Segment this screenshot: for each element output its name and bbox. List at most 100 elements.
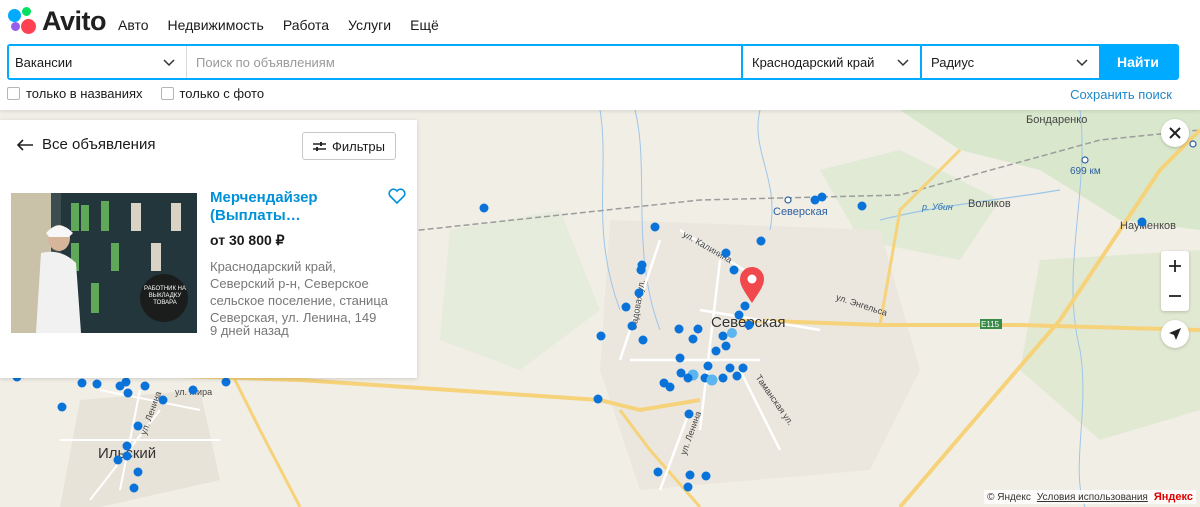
listing-marker[interactable] <box>221 377 231 387</box>
listing-marker[interactable] <box>122 451 132 461</box>
nav-item-realty[interactable]: Недвижимость <box>168 17 264 33</box>
save-search-link[interactable]: Сохранить поиск <box>1070 87 1172 102</box>
listing-marker[interactable] <box>706 374 718 386</box>
logo-text: Avito <box>42 6 107 36</box>
listing-marker[interactable] <box>634 288 644 298</box>
village-marker-icon <box>1189 140 1197 148</box>
listing-marker[interactable] <box>596 331 606 341</box>
category-select[interactable]: Вакансии <box>9 46 187 78</box>
radius-value: Радиус <box>931 54 975 70</box>
listing-marker[interactable] <box>703 361 713 371</box>
listing-marker[interactable] <box>122 441 132 451</box>
zoom-in-button[interactable] <box>1168 251 1182 281</box>
listing-marker[interactable] <box>683 373 693 383</box>
listing-marker[interactable] <box>740 301 750 311</box>
listing-marker[interactable] <box>729 265 739 275</box>
listing-marker[interactable] <box>711 346 721 356</box>
listing-marker[interactable] <box>1137 217 1147 227</box>
nav-item-services[interactable]: Услуги <box>348 17 391 33</box>
favorite-button[interactable] <box>388 188 406 209</box>
listing-marker[interactable] <box>650 222 660 232</box>
search-input[interactable]: Поиск по объявлениям <box>187 46 741 78</box>
close-map-button[interactable] <box>1161 119 1189 147</box>
km-marker-icon <box>1081 156 1089 164</box>
nav-item-jobs[interactable]: Работа <box>283 17 329 33</box>
listing-marker[interactable] <box>674 324 684 334</box>
listing-marker[interactable] <box>92 379 102 389</box>
back-label: Все объявления <box>42 136 156 153</box>
listing-marker[interactable] <box>721 341 731 351</box>
terms-link[interactable]: Условия использования <box>1037 492 1148 503</box>
listing-marker[interactable] <box>129 483 139 493</box>
listing-marker[interactable] <box>857 201 867 211</box>
station-icon <box>784 196 792 204</box>
listing-marker[interactable] <box>77 378 87 388</box>
geolocation-button[interactable] <box>1161 320 1189 348</box>
chevron-down-icon <box>1076 59 1088 67</box>
selected-location-pin-icon[interactable] <box>740 267 764 303</box>
listing-marker[interactable] <box>756 236 766 246</box>
listing-title-link[interactable]: Мерчендайзер (Выплаты… <box>210 189 360 225</box>
listing-marker[interactable] <box>140 381 150 391</box>
listing-marker[interactable] <box>738 363 748 373</box>
navigation-arrow-icon <box>1169 328 1181 340</box>
listing-marker[interactable] <box>133 467 143 477</box>
back-to-all-button[interactable]: Все объявления <box>16 136 155 153</box>
logo-icon <box>8 6 38 37</box>
listing-marker[interactable] <box>621 302 631 312</box>
listing-marker[interactable] <box>721 248 731 258</box>
listing-marker[interactable] <box>725 363 735 373</box>
listing-marker[interactable] <box>593 394 603 404</box>
listing-marker[interactable] <box>684 409 694 419</box>
listing-marker[interactable] <box>665 382 675 392</box>
yandex-logo: Яндекс <box>1153 491 1193 503</box>
copyright-text: © Яндекс <box>987 491 1031 503</box>
filters-label: Фильтры <box>331 138 385 154</box>
listing-marker[interactable] <box>479 203 489 213</box>
filters-button[interactable]: Фильтры <box>302 132 396 160</box>
nav-item-auto[interactable]: Авто <box>118 17 149 33</box>
checkbox-box[interactable] <box>7 87 20 100</box>
listing-marker[interactable] <box>675 353 685 363</box>
listing-marker[interactable] <box>123 388 133 398</box>
photo-badge-text: РАБОТНИК НА ВЫКЛАДКУ ТОВАРА <box>144 286 186 306</box>
zoom-controls <box>1161 251 1189 311</box>
listing-marker[interactable] <box>727 328 737 338</box>
listing-marker[interactable] <box>718 373 728 383</box>
listing-marker[interactable] <box>734 310 744 320</box>
listing-marker[interactable] <box>188 385 198 395</box>
only-titles-label: только в названиях <box>26 86 143 101</box>
heart-icon <box>388 188 406 205</box>
avito-logo[interactable]: Avito <box>8 6 107 37</box>
checkbox-box[interactable] <box>160 87 174 100</box>
listing-marker[interactable] <box>718 331 728 341</box>
listing-marker[interactable] <box>158 395 168 405</box>
listing-photo[interactable]: РАБОТНИК НА ВЫКЛАДКУ ТОВАРА <box>11 193 197 333</box>
search-button[interactable]: Найти <box>1099 46 1177 78</box>
only-titles-checkbox[interactable]: только в названиях <box>7 86 143 101</box>
region-select[interactable]: Краснодарский край <box>741 46 920 78</box>
listing-marker[interactable] <box>701 471 711 481</box>
listing-marker[interactable] <box>113 455 123 465</box>
header: Avito Авто Недвижимость Работа Услуги Ещ… <box>0 0 1200 110</box>
listing-marker[interactable] <box>121 377 131 387</box>
listing-marker[interactable] <box>627 321 637 331</box>
listing-marker[interactable] <box>638 335 648 345</box>
listing-marker[interactable] <box>683 482 693 492</box>
listing-marker[interactable] <box>636 265 646 275</box>
zoom-out-button[interactable] <box>1168 281 1182 311</box>
listing-marker[interactable] <box>693 324 703 334</box>
chevron-down-icon <box>163 59 175 67</box>
listing-marker[interactable] <box>688 334 698 344</box>
listing-marker[interactable] <box>685 470 695 480</box>
listing-marker[interactable] <box>810 195 820 205</box>
nav-item-more[interactable]: Ещё <box>410 17 439 33</box>
top-nav: Авто Недвижимость Работа Услуги Ещё <box>118 17 439 33</box>
listing-marker[interactable] <box>133 421 143 431</box>
listing-marker[interactable] <box>57 402 67 412</box>
listing-marker[interactable] <box>744 320 754 330</box>
listing-marker[interactable] <box>653 467 663 477</box>
only-photo-checkbox[interactable]: только с фото <box>160 86 264 101</box>
listing-marker[interactable] <box>732 371 742 381</box>
radius-select[interactable]: Радиус <box>920 46 1099 78</box>
